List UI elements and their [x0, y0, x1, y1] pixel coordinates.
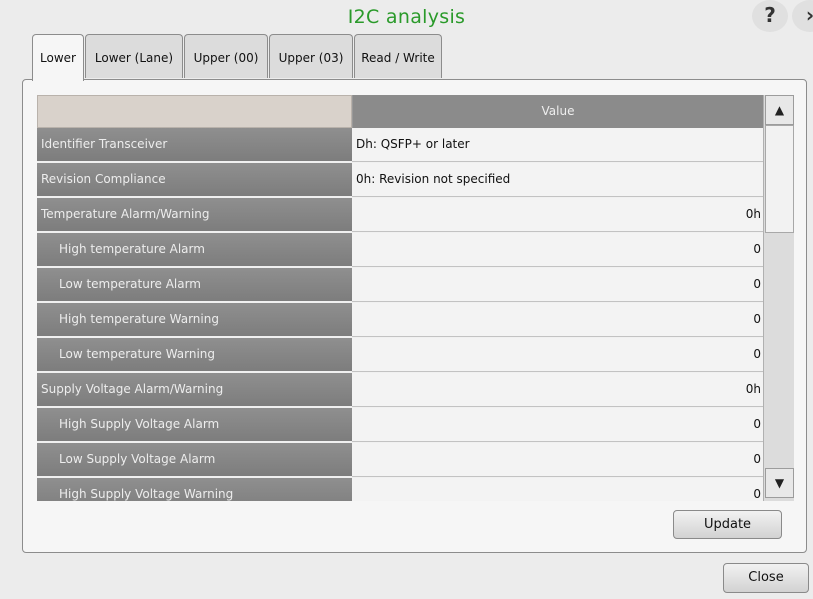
- row-name: Revision Compliance: [37, 163, 352, 196]
- value-column-header: Value: [352, 95, 763, 128]
- row-value: 0: [352, 233, 763, 267]
- row-value: 0: [352, 408, 763, 442]
- row-value: 0h: [352, 373, 763, 407]
- vertical-scrollbar[interactable]: ▲ ▼: [763, 95, 794, 501]
- table-row[interactable]: Low temperature Alarm 0: [37, 268, 763, 303]
- close-button[interactable]: Close: [723, 563, 809, 593]
- tab-upper-03[interactable]: Upper (03): [269, 34, 353, 78]
- tab-read-write[interactable]: Read / Write: [354, 34, 442, 78]
- row-value: 0: [352, 303, 763, 337]
- scrollbar-thumb[interactable]: [765, 125, 794, 233]
- table-row[interactable]: Temperature Alarm/Warning 0h: [37, 198, 763, 233]
- table-row[interactable]: Revision Compliance 0h: Revision not spe…: [37, 163, 763, 198]
- row-value: 0h: Revision not specified: [352, 163, 763, 197]
- row-value: 0: [352, 443, 763, 477]
- row-name: High Supply Voltage Warning: [37, 478, 352, 501]
- row-name: Identifier Transceiver: [37, 128, 352, 161]
- scroll-up-arrow-icon[interactable]: ▲: [765, 95, 794, 125]
- row-name: Supply Voltage Alarm/Warning: [37, 373, 352, 406]
- row-name: High Supply Voltage Alarm: [37, 408, 352, 441]
- table-row[interactable]: Supply Voltage Alarm/Warning 0h: [37, 373, 763, 408]
- tab-upper-00[interactable]: Upper (00): [184, 34, 268, 78]
- row-name: High temperature Alarm: [37, 233, 352, 266]
- name-column-header: [37, 95, 352, 128]
- row-name: Low temperature Alarm: [37, 268, 352, 301]
- row-name: Temperature Alarm/Warning: [37, 198, 352, 231]
- tab-lower-lane[interactable]: Lower (Lane): [85, 34, 183, 78]
- row-value: 0h: [352, 198, 763, 232]
- table-row[interactable]: Low Supply Voltage Alarm 0: [37, 443, 763, 478]
- scroll-down-arrow-icon[interactable]: ▼: [765, 468, 794, 498]
- row-value: 0: [352, 478, 763, 501]
- table-row[interactable]: High temperature Warning 0: [37, 303, 763, 338]
- table-row[interactable]: High Supply Voltage Warning 0: [37, 478, 763, 501]
- row-name: Low temperature Warning: [37, 338, 352, 371]
- table-row[interactable]: High Supply Voltage Alarm 0: [37, 408, 763, 443]
- row-value: 0: [352, 338, 763, 372]
- row-value: 0: [352, 268, 763, 302]
- row-name: High temperature Warning: [37, 303, 352, 336]
- window-title: I2C analysis: [347, 6, 466, 28]
- table-row[interactable]: High temperature Alarm 0: [37, 233, 763, 268]
- tab-lower[interactable]: Lower: [32, 34, 84, 81]
- row-value: Dh: QSFP+ or later: [352, 128, 763, 162]
- table-row[interactable]: Low temperature Warning 0: [37, 338, 763, 373]
- data-table: Value Identifier Transceiver Dh: QSFP+ o…: [37, 95, 763, 501]
- table-row[interactable]: Identifier Transceiver Dh: QSFP+ or late…: [37, 128, 763, 163]
- row-name: Low Supply Voltage Alarm: [37, 443, 352, 476]
- help-button[interactable]: ?: [752, 0, 788, 32]
- update-button[interactable]: Update: [673, 510, 782, 539]
